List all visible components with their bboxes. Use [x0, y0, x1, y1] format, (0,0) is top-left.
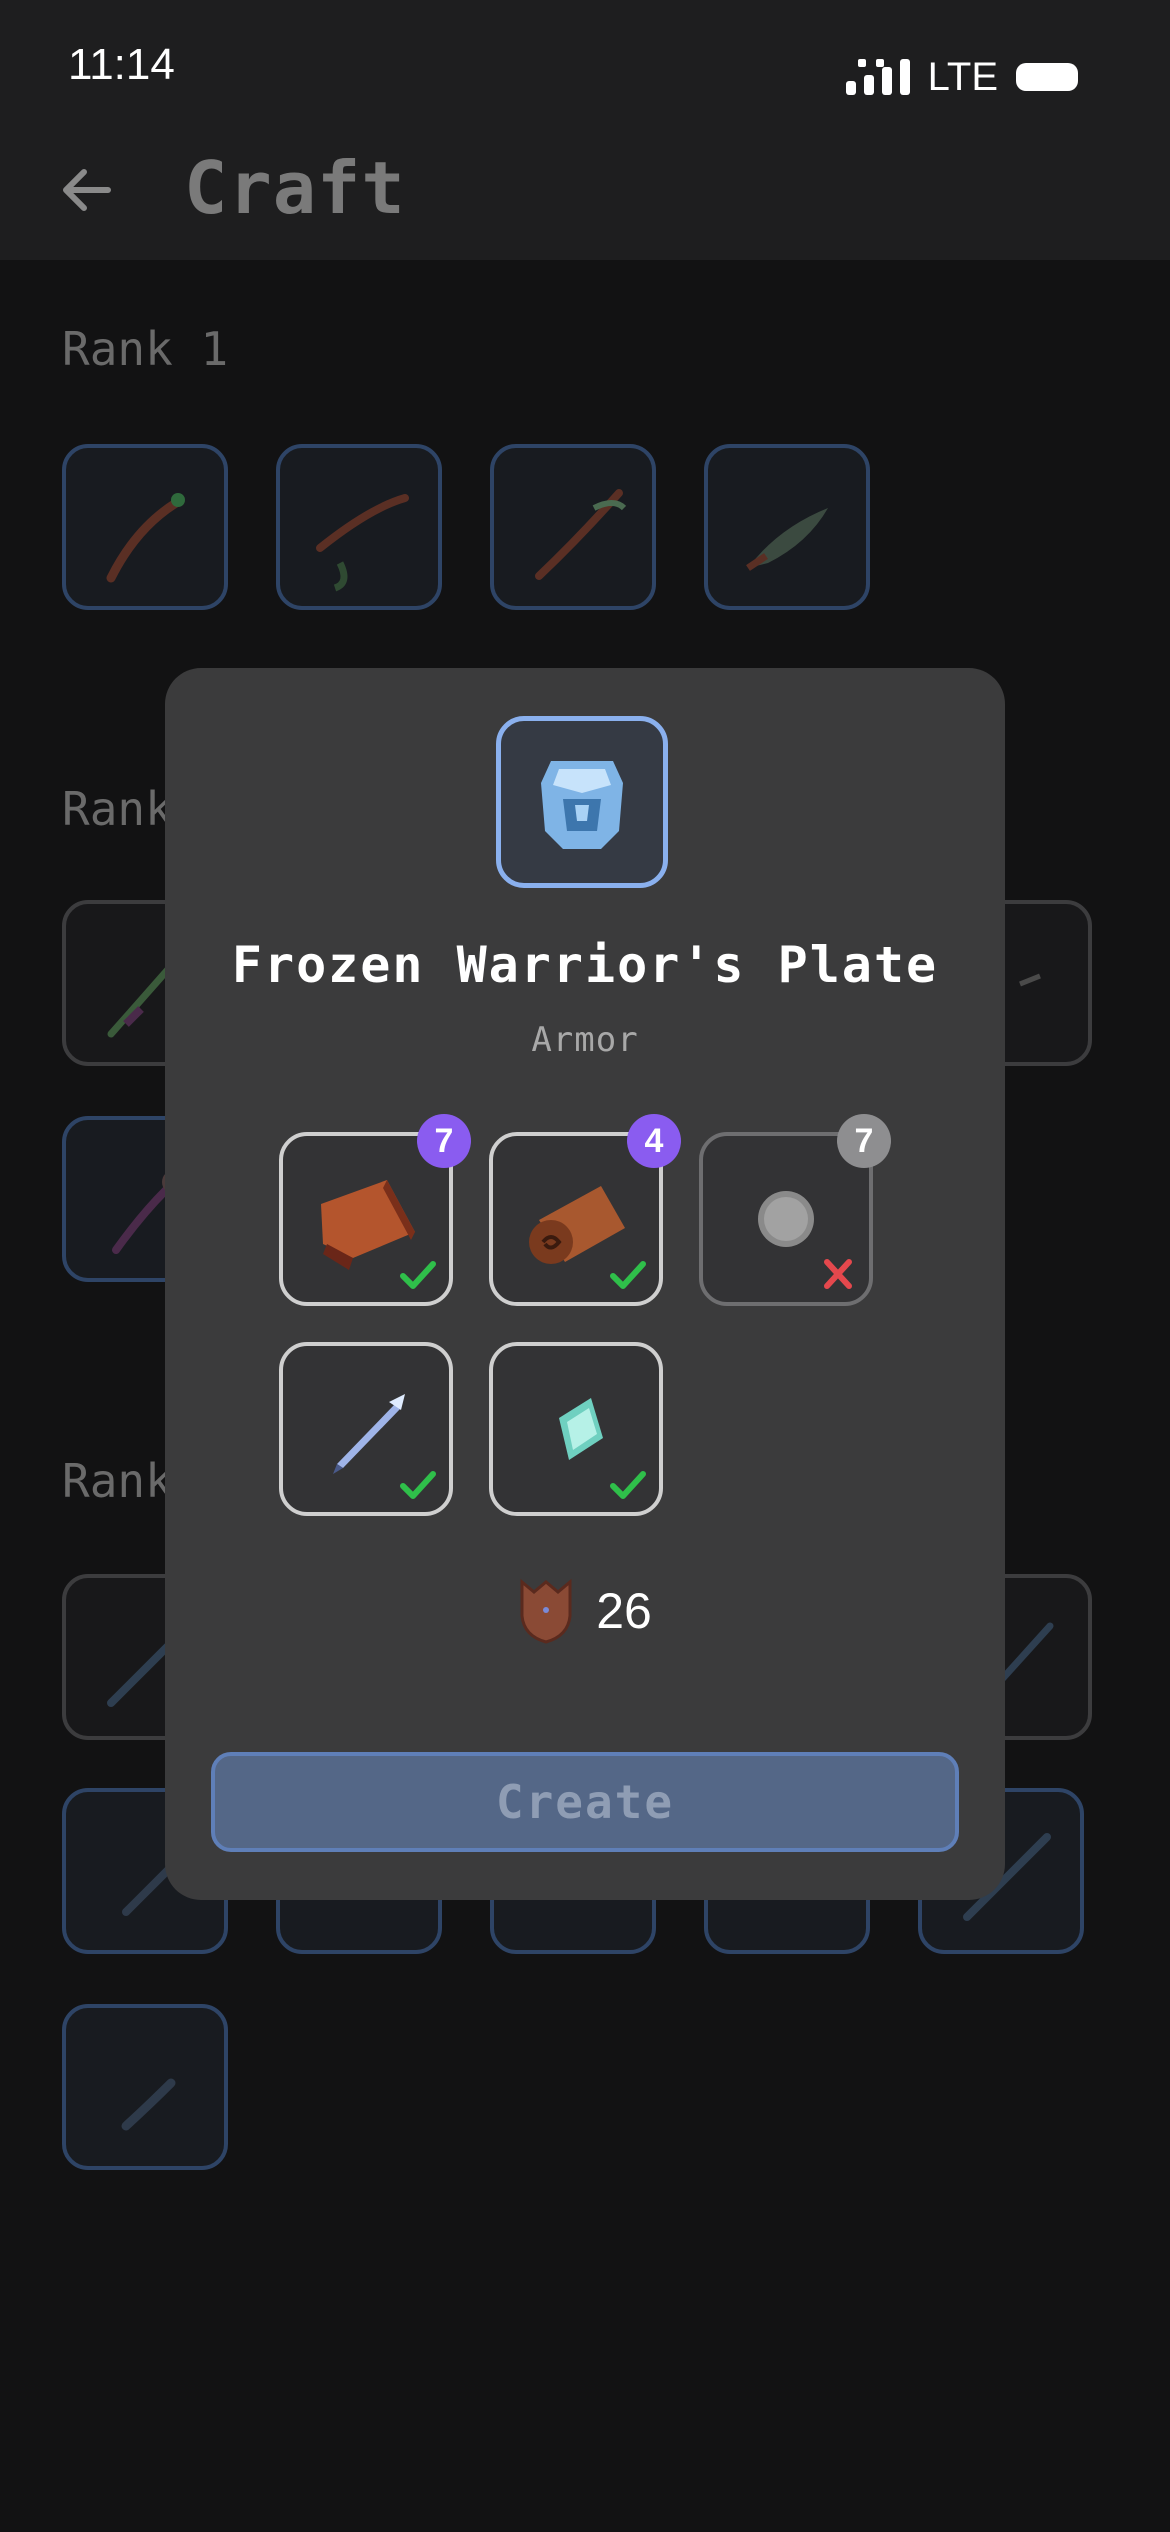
recipe-slot[interactable] [704, 444, 870, 610]
quantity-badge: 7 [837, 1114, 891, 1168]
ingredient-slot[interactable]: 4 [489, 1114, 681, 1306]
arrow-left-icon [63, 169, 111, 211]
rank-label: Rank 1 [62, 322, 229, 376]
status-icons: LTE [845, 54, 1078, 99]
recipe-slot[interactable] [62, 2004, 228, 2170]
recipe-slot[interactable] [490, 444, 656, 610]
cross-icon [824, 1259, 852, 1289]
cost-value: 26 [596, 1583, 652, 1639]
check-icon [610, 1261, 646, 1289]
scimitar-icon [746, 508, 828, 571]
status-time: 11:14 [68, 40, 175, 89]
ice-armor-icon [541, 761, 623, 849]
check-icon [400, 1261, 436, 1289]
app-bar: Craft [0, 130, 1170, 260]
staff-icon [106, 493, 185, 583]
item-name: Frozen Warrior's Plate [231, 936, 939, 994]
recipe-slot[interactable] [62, 444, 228, 610]
status-bar: 11:14 LTE [0, 0, 1170, 130]
craft-cost: 26 [165, 1576, 1005, 1646]
battery-icon [1016, 63, 1078, 91]
ingredient-slot[interactable]: 7 [699, 1114, 891, 1306]
dagger-icon [121, 2078, 176, 2131]
page-title: Craft [184, 146, 406, 230]
quantity-badge: 7 [417, 1114, 471, 1168]
check-icon [610, 1471, 646, 1499]
recipe-slot[interactable] [276, 444, 442, 610]
ingredient-slot[interactable] [489, 1342, 663, 1516]
create-button[interactable]: Create [211, 1752, 959, 1852]
item-type: Armor [531, 1020, 639, 1060]
quantity-badge: 4 [627, 1114, 681, 1168]
craft-detail-dialog: Frozen Warrior's Plate Armor 7 4 7 26 Cr… [165, 668, 1005, 1900]
back-button[interactable] [56, 160, 116, 220]
signal-icon [845, 59, 910, 95]
ingredient-slot[interactable] [279, 1342, 453, 1516]
ingredient-slot[interactable]: 7 [279, 1114, 471, 1306]
network-label: LTE [927, 54, 998, 99]
vine-staff-icon [535, 489, 627, 580]
item-preview [496, 716, 668, 888]
bow-icon [316, 494, 409, 592]
check-icon [400, 1471, 436, 1499]
shield-currency-icon [520, 1578, 572, 1644]
